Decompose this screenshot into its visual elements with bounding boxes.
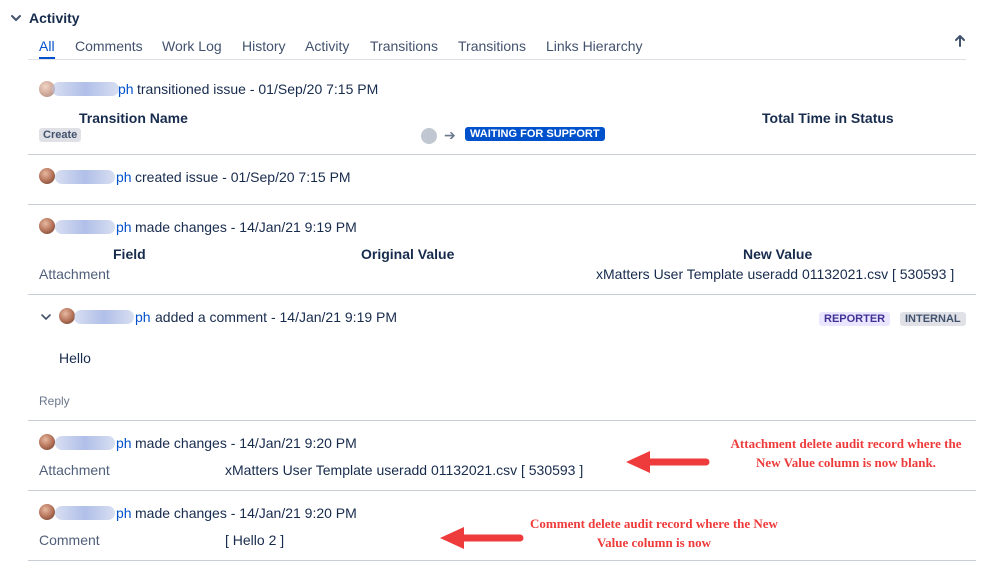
status-dot-icon [421, 128, 437, 144]
user-link[interactable]: ph [135, 309, 151, 325]
user-name-blurred[interactable] [55, 506, 115, 520]
user-name-blurred[interactable] [55, 436, 115, 450]
tab-comments[interactable]: Comments [75, 38, 143, 54]
entry-divider [28, 490, 976, 491]
entry-divider [28, 204, 976, 205]
user-name-blurred[interactable] [74, 310, 134, 324]
comment-body: Hello [59, 350, 91, 366]
entry-divider [28, 560, 976, 561]
entry-action: transitioned issue - 01/Sep/20 7:15 PM [137, 81, 379, 97]
section-title: Activity [29, 10, 80, 26]
status-lozenge-waiting: WAITING FOR SUPPORT [465, 127, 605, 141]
avatar[interactable] [39, 434, 55, 450]
user-link[interactable]: ph [116, 435, 132, 451]
avatar[interactable] [39, 218, 55, 234]
arrow-up-icon[interactable] [952, 33, 968, 49]
user-link[interactable]: ph [116, 169, 132, 185]
entry-action: created issue - 01/Sep/20 7:15 PM [135, 169, 351, 185]
user-link[interactable]: ph [116, 219, 132, 235]
col-new-value: New Value [743, 246, 813, 262]
tab-transitions[interactable]: Transitions [370, 38, 438, 54]
field-cell: Attachment [39, 462, 110, 478]
entry-action: made changes - 14/Jan/21 9:19 PM [135, 219, 357, 235]
red-arrow-left-icon [626, 451, 710, 473]
reply-link[interactable]: Reply [39, 394, 70, 408]
arrow-right-icon: ➔ [444, 127, 456, 143]
avatar[interactable] [39, 168, 55, 184]
tab-history[interactable]: History [242, 38, 286, 54]
chevron-down-icon[interactable] [40, 311, 52, 323]
reporter-badge: REPORTER [819, 312, 891, 326]
tab-work-log[interactable]: Work Log [162, 38, 222, 54]
annotation-attachment: Attachment delete audit record where the… [730, 436, 962, 470]
entry-action: made changes - 14/Jan/21 9:20 PM [135, 505, 357, 521]
avatar[interactable] [39, 504, 55, 520]
red-arrow-left-icon [440, 527, 524, 549]
user-name-blurred[interactable] [52, 82, 119, 96]
entry-divider [28, 154, 976, 155]
annotation-comment: Comment delete audit record where the Ne… [530, 516, 778, 550]
tab-all[interactable]: All [39, 38, 55, 54]
original-value-cell: xMatters User Template useradd 01132021.… [225, 462, 584, 478]
user-link[interactable]: ph [116, 505, 132, 521]
col-transition-name: Transition Name [79, 110, 188, 126]
field-cell: Attachment [39, 266, 110, 282]
chevron-down-icon[interactable] [9, 11, 23, 25]
col-field: Field [113, 246, 146, 262]
entry-action: made changes - 14/Jan/21 9:20 PM [135, 435, 357, 451]
tab-transitions-2[interactable]: Transitions [458, 38, 526, 54]
user-name-blurred[interactable] [55, 220, 115, 234]
col-original-value: Original Value [361, 246, 455, 262]
status-lozenge-create: Create [39, 128, 82, 142]
user-name-blurred[interactable] [55, 170, 115, 184]
entry-divider [28, 294, 976, 295]
entry-divider [28, 420, 976, 421]
entry-action: added a comment - 14/Jan/21 9:19 PM [155, 309, 398, 325]
original-value-cell: [ Hello 2 ] [225, 532, 285, 548]
tab-links-hierarchy[interactable]: Links Hierarchy [546, 38, 642, 54]
tabs-divider [28, 59, 966, 60]
tab-activity[interactable]: Activity [305, 38, 349, 54]
internal-badge: INTERNAL [900, 312, 966, 326]
new-value-cell: xMatters User Template useradd 01132021.… [596, 266, 955, 282]
user-link[interactable]: ph [118, 81, 134, 97]
field-cell: Comment [39, 532, 100, 548]
avatar[interactable] [59, 308, 75, 324]
col-total-time: Total Time in Status [762, 110, 894, 126]
